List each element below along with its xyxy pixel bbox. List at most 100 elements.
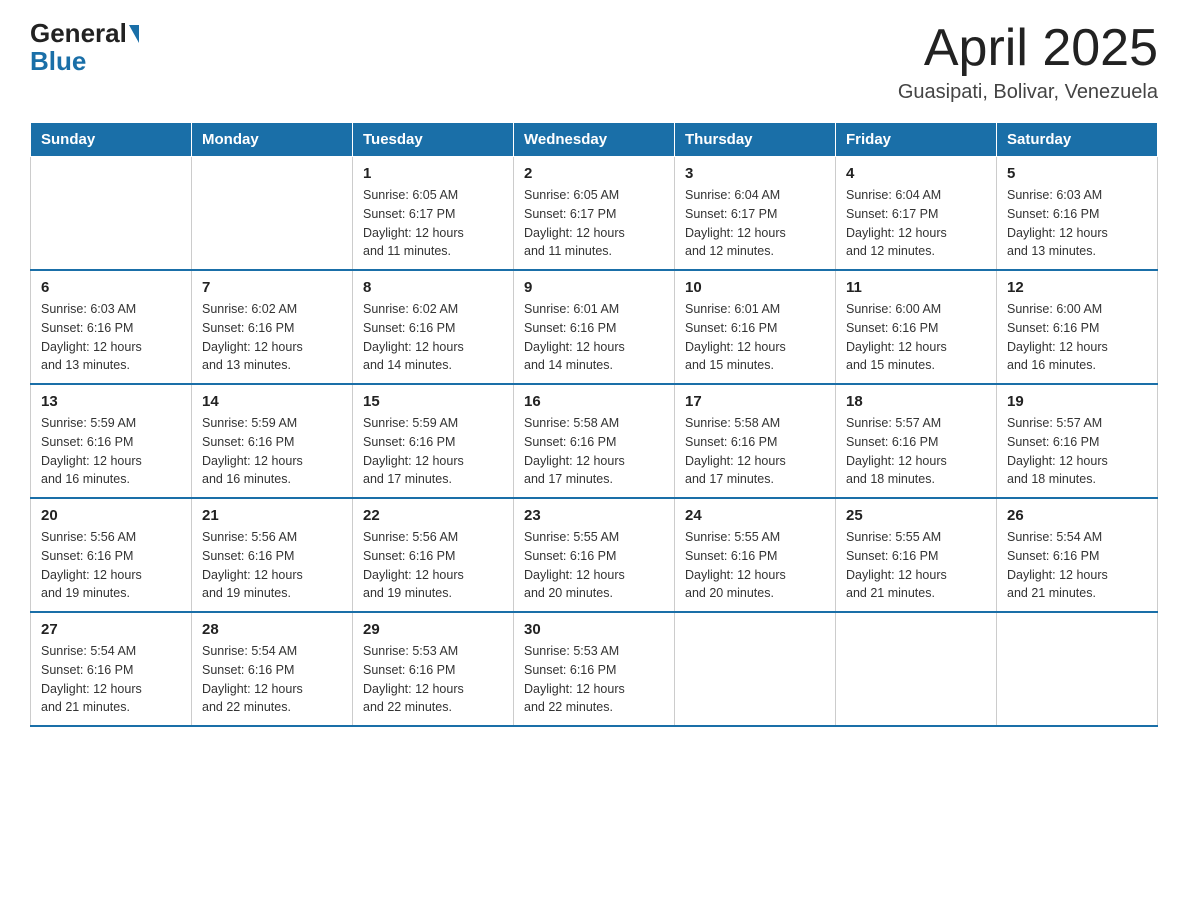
calendar-cell: 15 Sunrise: 5:59 AM Sunset: 6:16 PM Dayli… bbox=[353, 384, 514, 498]
calendar-week-row: 1 Sunrise: 6:05 AM Sunset: 6:17 PM Daylig… bbox=[31, 157, 1158, 271]
calendar-cell: 4Sunrise: 6:04 AM Sunset: 6:17 PM Daylig… bbox=[836, 157, 997, 271]
day-number: 1 bbox=[363, 165, 503, 182]
day-number: 17 bbox=[685, 393, 825, 410]
calendar-cell: 12Sunrise: 6:00 AM Sunset: 6:16 PM Dayli… bbox=[997, 270, 1158, 384]
calendar-cell: 28 Sunrise: 5:54 AM Sunset: 6:16 PM Dayli… bbox=[192, 612, 353, 726]
day-info: Sunrise: 5:56 AM Sunset: 6:16 PM Dayligh… bbox=[202, 528, 342, 603]
day-number: 29 bbox=[363, 621, 503, 638]
day-info: Sunrise: 6:05 AM Sunset: 6:17 PM Dayligh… bbox=[363, 186, 503, 261]
day-number: 9 bbox=[524, 279, 664, 296]
calendar-cell: 3Sunrise: 6:04 AM Sunset: 6:17 PM Daylig… bbox=[675, 157, 836, 271]
day-info: Sunrise: 6:03 AM Sunset: 6:16 PM Dayligh… bbox=[41, 300, 181, 375]
logo-triangle-icon bbox=[129, 25, 139, 43]
calendar-cell bbox=[836, 612, 997, 726]
day-number: 13 bbox=[41, 393, 181, 410]
calendar-cell: 13 Sunrise: 5:59 AM Sunset: 6:16 PM Dayli… bbox=[31, 384, 192, 498]
day-info: Sunrise: 5:53 AM Sunset: 6:16 PM Dayligh… bbox=[363, 642, 503, 717]
calendar-cell: 10 Sunrise: 6:01 AM Sunset: 6:16 PM Dayli… bbox=[675, 270, 836, 384]
calendar-cell: 14 Sunrise: 5:59 AM Sunset: 6:16 PM Dayli… bbox=[192, 384, 353, 498]
day-info: Sunrise: 6:02 AM Sunset: 6:16 PM Dayligh… bbox=[363, 300, 503, 375]
calendar-cell: 25Sunrise: 5:55 AM Sunset: 6:16 PM Dayli… bbox=[836, 498, 997, 612]
day-info: Sunrise: 5:57 AM Sunset: 6:16 PM Dayligh… bbox=[1007, 414, 1147, 489]
day-number: 7 bbox=[202, 279, 342, 296]
day-number: 28 bbox=[202, 621, 342, 638]
day-info: Sunrise: 5:56 AM Sunset: 6:16 PM Dayligh… bbox=[41, 528, 181, 603]
day-info: Sunrise: 6:04 AM Sunset: 6:17 PM Dayligh… bbox=[846, 186, 986, 261]
day-of-week-header: Monday bbox=[192, 123, 353, 157]
day-number: 16 bbox=[524, 393, 664, 410]
day-number: 6 bbox=[41, 279, 181, 296]
calendar-cell: 17 Sunrise: 5:58 AM Sunset: 6:16 PM Dayli… bbox=[675, 384, 836, 498]
calendar-cell: 30 Sunrise: 5:53 AM Sunset: 6:16 PM Dayli… bbox=[514, 612, 675, 726]
day-of-week-header: Wednesday bbox=[514, 123, 675, 157]
day-of-week-header: Tuesday bbox=[353, 123, 514, 157]
day-info: Sunrise: 5:56 AM Sunset: 6:16 PM Dayligh… bbox=[363, 528, 503, 603]
day-number: 19 bbox=[1007, 393, 1147, 410]
day-info: Sunrise: 6:01 AM Sunset: 6:16 PM Dayligh… bbox=[685, 300, 825, 375]
logo: General Blue bbox=[30, 20, 139, 77]
day-info: Sunrise: 5:55 AM Sunset: 6:16 PM Dayligh… bbox=[846, 528, 986, 603]
day-number: 11 bbox=[846, 279, 986, 296]
calendar-cell: 7 Sunrise: 6:02 AM Sunset: 6:16 PM Daylig… bbox=[192, 270, 353, 384]
day-of-week-header: Sunday bbox=[31, 123, 192, 157]
logo-blue-text: Blue bbox=[30, 46, 86, 77]
day-number: 14 bbox=[202, 393, 342, 410]
day-info: Sunrise: 5:59 AM Sunset: 6:16 PM Dayligh… bbox=[41, 414, 181, 489]
calendar-cell bbox=[31, 157, 192, 271]
calendar-cell: 18Sunrise: 5:57 AM Sunset: 6:16 PM Dayli… bbox=[836, 384, 997, 498]
calendar-cell: 1 Sunrise: 6:05 AM Sunset: 6:17 PM Daylig… bbox=[353, 157, 514, 271]
calendar-cell: 27Sunrise: 5:54 AM Sunset: 6:16 PM Dayli… bbox=[31, 612, 192, 726]
day-number: 24 bbox=[685, 507, 825, 524]
day-info: Sunrise: 6:02 AM Sunset: 6:16 PM Dayligh… bbox=[202, 300, 342, 375]
day-info: Sunrise: 6:05 AM Sunset: 6:17 PM Dayligh… bbox=[524, 186, 664, 261]
calendar-cell: 21 Sunrise: 5:56 AM Sunset: 6:16 PM Dayli… bbox=[192, 498, 353, 612]
page-header: General Blue April 2025 Guasipati, Boliv… bbox=[30, 20, 1158, 104]
calendar-cell bbox=[192, 157, 353, 271]
page-subtitle: Guasipati, Bolivar, Venezuela bbox=[898, 81, 1158, 104]
day-info: Sunrise: 5:53 AM Sunset: 6:16 PM Dayligh… bbox=[524, 642, 664, 717]
day-number: 15 bbox=[363, 393, 503, 410]
day-info: Sunrise: 5:55 AM Sunset: 6:16 PM Dayligh… bbox=[685, 528, 825, 603]
calendar-cell: 24 Sunrise: 5:55 AM Sunset: 6:16 PM Dayli… bbox=[675, 498, 836, 612]
day-info: Sunrise: 6:00 AM Sunset: 6:16 PM Dayligh… bbox=[846, 300, 986, 375]
day-of-week-header: Thursday bbox=[675, 123, 836, 157]
day-number: 30 bbox=[524, 621, 664, 638]
day-of-week-header: Saturday bbox=[997, 123, 1158, 157]
calendar-table: SundayMondayTuesdayWednesdayThursdayFrid… bbox=[30, 122, 1158, 727]
day-info: Sunrise: 6:01 AM Sunset: 6:16 PM Dayligh… bbox=[524, 300, 664, 375]
day-number: 10 bbox=[685, 279, 825, 296]
day-info: Sunrise: 5:54 AM Sunset: 6:16 PM Dayligh… bbox=[202, 642, 342, 717]
calendar-cell: 23Sunrise: 5:55 AM Sunset: 6:16 PM Dayli… bbox=[514, 498, 675, 612]
calendar-week-row: 27Sunrise: 5:54 AM Sunset: 6:16 PM Dayli… bbox=[31, 612, 1158, 726]
calendar-cell bbox=[997, 612, 1158, 726]
day-number: 26 bbox=[1007, 507, 1147, 524]
calendar-cell: 16Sunrise: 5:58 AM Sunset: 6:16 PM Dayli… bbox=[514, 384, 675, 498]
calendar-cell: 26Sunrise: 5:54 AM Sunset: 6:16 PM Dayli… bbox=[997, 498, 1158, 612]
calendar-cell: 6 Sunrise: 6:03 AM Sunset: 6:16 PM Daylig… bbox=[31, 270, 192, 384]
day-number: 5 bbox=[1007, 165, 1147, 182]
logo-general-text: General bbox=[30, 20, 127, 46]
calendar-week-row: 20 Sunrise: 5:56 AM Sunset: 6:16 PM Dayli… bbox=[31, 498, 1158, 612]
days-of-week-row: SundayMondayTuesdayWednesdayThursdayFrid… bbox=[31, 123, 1158, 157]
calendar-cell: 22 Sunrise: 5:56 AM Sunset: 6:16 PM Dayli… bbox=[353, 498, 514, 612]
day-number: 20 bbox=[41, 507, 181, 524]
calendar-week-row: 13 Sunrise: 5:59 AM Sunset: 6:16 PM Dayli… bbox=[31, 384, 1158, 498]
title-block: April 2025 Guasipati, Bolivar, Venezuela bbox=[898, 20, 1158, 104]
calendar-header: SundayMondayTuesdayWednesdayThursdayFrid… bbox=[31, 123, 1158, 157]
day-info: Sunrise: 5:59 AM Sunset: 6:16 PM Dayligh… bbox=[363, 414, 503, 489]
calendar-cell: 19 Sunrise: 5:57 AM Sunset: 6:16 PM Dayli… bbox=[997, 384, 1158, 498]
calendar-week-row: 6 Sunrise: 6:03 AM Sunset: 6:16 PM Daylig… bbox=[31, 270, 1158, 384]
day-info: Sunrise: 5:58 AM Sunset: 6:16 PM Dayligh… bbox=[685, 414, 825, 489]
day-number: 2 bbox=[524, 165, 664, 182]
day-info: Sunrise: 5:59 AM Sunset: 6:16 PM Dayligh… bbox=[202, 414, 342, 489]
day-info: Sunrise: 6:04 AM Sunset: 6:17 PM Dayligh… bbox=[685, 186, 825, 261]
day-info: Sunrise: 5:54 AM Sunset: 6:16 PM Dayligh… bbox=[41, 642, 181, 717]
day-number: 22 bbox=[363, 507, 503, 524]
calendar-cell: 29 Sunrise: 5:53 AM Sunset: 6:16 PM Dayli… bbox=[353, 612, 514, 726]
day-info: Sunrise: 5:57 AM Sunset: 6:16 PM Dayligh… bbox=[846, 414, 986, 489]
calendar-cell: 9 Sunrise: 6:01 AM Sunset: 6:16 PM Daylig… bbox=[514, 270, 675, 384]
day-info: Sunrise: 6:00 AM Sunset: 6:16 PM Dayligh… bbox=[1007, 300, 1147, 375]
day-number: 21 bbox=[202, 507, 342, 524]
calendar-cell: 20 Sunrise: 5:56 AM Sunset: 6:16 PM Dayli… bbox=[31, 498, 192, 612]
page-title: April 2025 bbox=[898, 20, 1158, 77]
